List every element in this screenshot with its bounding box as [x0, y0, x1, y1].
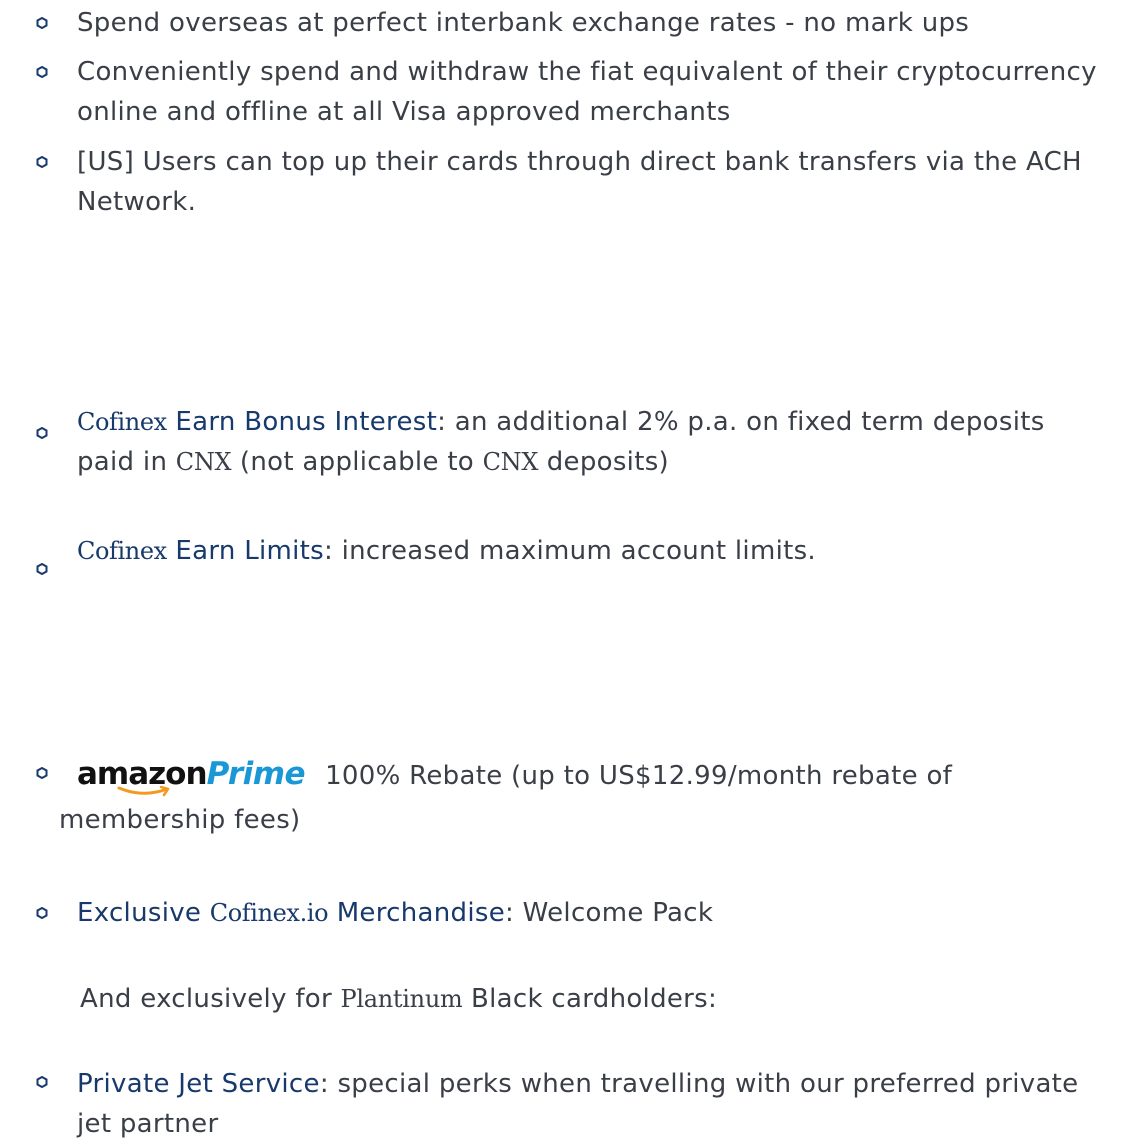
feature-title: Earn Limits — [175, 536, 324, 566]
amazon-smile-icon — [117, 786, 170, 797]
brand-name: Cofinex — [77, 408, 167, 436]
hexagon-bullet-icon — [36, 427, 48, 439]
feature-title: Merchandise — [336, 898, 506, 928]
hexagon-bullet-icon — [36, 1076, 48, 1088]
hexagon-bullet-icon — [36, 17, 48, 29]
hexagon-bullet-icon — [36, 66, 48, 78]
list-item-text: Spend overseas at perfect interbank exch… — [77, 8, 970, 38]
list-item-text: Conveniently spend and withdraw the fiat… — [77, 57, 1097, 127]
hexagon-bullet-icon — [36, 767, 48, 779]
list-item-text: amazonPrime 100% Rebate (up to US$12.99/m… — [59, 752, 1110, 842]
list-item-text: [US] Users can top up their cards throug… — [77, 147, 1082, 217]
section-note: And exclusively for Plantinum Black card… — [80, 984, 718, 1014]
card-tier-name: Plantinum — [340, 985, 463, 1013]
token-name: CNX — [175, 448, 232, 476]
feature-title: Private Jet Service — [77, 1069, 320, 1099]
brand-name: Cofinex.io — [209, 899, 329, 927]
list-item-text: Cofinex Earn Bonus Interest: an addition… — [77, 407, 1045, 477]
hexagon-bullet-icon — [36, 907, 48, 919]
list-item-text: Exclusive Cofinex.io Merchandise: Welcom… — [77, 898, 714, 928]
hexagon-bullet-icon — [36, 156, 48, 168]
amazon-prime-logo: amazonPrime — [77, 752, 306, 798]
list-item-text: Cofinex Earn Limits: increased maximum a… — [77, 536, 816, 566]
feature-title: Exclusive — [77, 898, 202, 928]
hexagon-bullet-icon — [36, 563, 48, 575]
brand-name: Cofinex — [77, 537, 167, 565]
list-item-text: Private Jet Service: special perks when … — [77, 1069, 1079, 1139]
token-name: CNX — [482, 448, 539, 476]
feature-title: Earn Bonus Interest — [175, 407, 438, 437]
